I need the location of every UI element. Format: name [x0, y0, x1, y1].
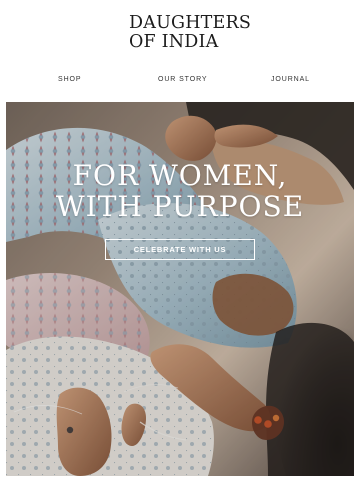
email-header: DAUGHTERS OF INDIA SHOP OUR STORY JOURNA… [0, 0, 360, 100]
celebrate-with-us-button[interactable]: CELEBRATE WITH US [105, 239, 255, 260]
nav-journal-link[interactable]: JOURNAL [271, 74, 310, 86]
nav-shop-link[interactable]: SHOP [58, 74, 81, 86]
brand-logo[interactable]: DAUGHTERS OF INDIA [129, 14, 251, 52]
main-navigation: SHOP OUR STORY JOURNAL [0, 74, 360, 88]
hero-headline: FOR WOMEN, WITH PURPOSE [55, 159, 305, 223]
hero-banner[interactable]: FOR WOMEN, WITH PURPOSE CELEBRATE WITH U… [6, 102, 354, 476]
nav-our-story-link[interactable]: OUR STORY [158, 74, 207, 86]
